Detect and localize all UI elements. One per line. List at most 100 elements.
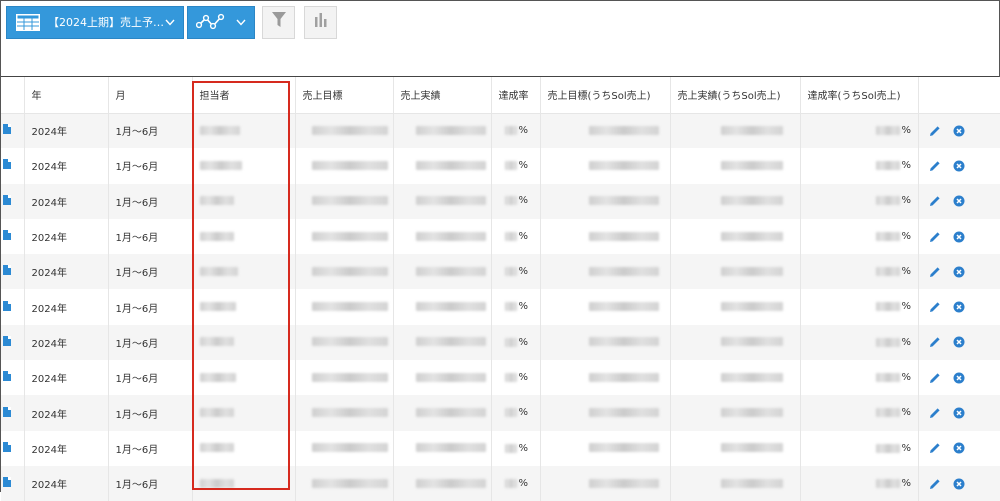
cell-year: 2024年 (24, 148, 109, 184)
delete-circle-icon[interactable] (953, 195, 965, 207)
pencil-icon[interactable] (929, 195, 941, 207)
delete-circle-icon[interactable] (953, 160, 965, 172)
delete-circle-icon[interactable] (953, 336, 965, 348)
chart-settings-button[interactable] (304, 5, 337, 39)
document-icon[interactable] (3, 300, 11, 311)
header-achievement-rate[interactable]: 達成率 (491, 77, 541, 114)
pencil-icon[interactable] (929, 125, 941, 137)
document-icon[interactable] (3, 230, 11, 241)
document-icon[interactable] (3, 194, 11, 205)
cell-sales-target (295, 395, 394, 431)
header-month[interactable]: 月 (108, 77, 193, 114)
pencil-icon[interactable] (929, 407, 941, 419)
table-row[interactable]: 2024年 1月～6月 % % (1, 254, 1000, 290)
cell-month: 1月～6月 (108, 430, 193, 466)
table-row[interactable]: 2024年 1月～6月 % % (1, 465, 1000, 501)
redacted-value (415, 266, 486, 276)
percent-sign: % (901, 407, 912, 419)
record-detail-cell[interactable] (1, 360, 25, 396)
pencil-icon[interactable] (929, 442, 941, 454)
redacted-value (311, 125, 388, 135)
record-detail-cell[interactable] (1, 289, 25, 325)
redacted-value (588, 266, 659, 276)
redacted-value (720, 125, 783, 135)
redacted-value (588, 196, 659, 206)
record-detail-cell[interactable] (1, 113, 25, 149)
redacted-value (875, 267, 900, 277)
pencil-icon[interactable] (929, 160, 941, 172)
record-detail-cell[interactable] (1, 254, 25, 290)
header-assignee[interactable]: 担当者 (192, 77, 296, 114)
document-icon[interactable] (3, 159, 11, 170)
pencil-icon[interactable] (929, 301, 941, 313)
document-icon[interactable] (3, 406, 11, 417)
record-detail-cell[interactable] (1, 395, 25, 431)
delete-circle-icon[interactable] (953, 442, 965, 454)
delete-circle-icon[interactable] (953, 301, 965, 313)
pencil-icon[interactable] (929, 231, 941, 243)
cell-year: 2024年 (24, 183, 109, 219)
cell-sales-actual (393, 113, 492, 149)
bar-chart-icon (314, 12, 328, 32)
table-row[interactable]: 2024年 1月～6月 % % (1, 430, 1000, 466)
cell-sol-sales-target (540, 465, 671, 501)
cell-sol-sales-target (540, 148, 671, 184)
header-sales-actual[interactable]: 売上実績 (393, 77, 492, 114)
redacted-value (720, 443, 783, 453)
pencil-icon[interactable] (929, 478, 941, 490)
delete-circle-icon[interactable] (953, 478, 965, 490)
header-sol-sales-actual[interactable]: 売上実績(うちSol売上) (670, 77, 801, 114)
record-detail-cell[interactable] (1, 183, 25, 219)
cell-assignee (192, 360, 296, 396)
pencil-icon[interactable] (929, 336, 941, 348)
redacted-value (720, 160, 783, 170)
table-row[interactable]: 2024年 1月～6月 % % (1, 148, 1000, 184)
table-row[interactable]: 2024年 1月～6月 % % (1, 289, 1000, 325)
cell-sol-sales-target (540, 395, 671, 431)
delete-circle-icon[interactable] (953, 372, 965, 384)
document-icon[interactable] (3, 335, 11, 346)
document-icon[interactable] (3, 265, 11, 276)
record-detail-cell[interactable] (1, 218, 25, 255)
chevron-down-icon (236, 19, 246, 26)
cell-sol-sales-target (540, 289, 671, 325)
filter-button[interactable] (262, 5, 295, 39)
redacted-value (588, 478, 659, 488)
document-icon[interactable] (3, 124, 11, 135)
delete-circle-icon[interactable] (953, 266, 965, 278)
pencil-icon[interactable] (929, 372, 941, 384)
table-row[interactable]: 2024年 1月～6月 % % (1, 324, 1000, 361)
graph-view-button[interactable] (187, 5, 255, 39)
header-sol-achievement-rate[interactable]: 達成率(うちSol売上) (800, 77, 919, 114)
record-detail-cell[interactable] (1, 465, 25, 501)
pencil-icon[interactable] (929, 266, 941, 278)
delete-circle-icon[interactable] (953, 231, 965, 243)
cell-sales-actual (393, 254, 492, 290)
percent-sign: % (901, 301, 912, 313)
record-detail-cell[interactable] (1, 430, 25, 466)
document-icon[interactable] (3, 477, 11, 488)
header-sales-target[interactable]: 売上目標 (295, 77, 394, 114)
redacted-value (875, 478, 900, 488)
cell-month: 1月～6月 (108, 324, 193, 361)
header-sol-sales-target[interactable]: 売上目標(うちSol売上) (540, 77, 671, 114)
redacted-value (504, 302, 517, 312)
table-row[interactable]: 2024年 1月～6月 % % (1, 183, 1000, 219)
table-row[interactable]: 2024年 1月～6月 % % (1, 360, 1000, 396)
view-select-dropdown[interactable]: 【2024上期】売上予… (6, 5, 184, 39)
percent-sign: % (518, 371, 529, 383)
table-row[interactable]: 2024年 1月～6月 % % (1, 218, 1000, 255)
document-icon[interactable] (3, 441, 11, 452)
redacted-value (199, 302, 236, 312)
header-year[interactable]: 年 (24, 77, 109, 114)
table-row[interactable]: 2024年 1月～6月 % % (1, 113, 1000, 149)
record-detail-cell[interactable] (1, 148, 25, 184)
record-detail-cell[interactable] (1, 324, 25, 361)
cell-sol-achievement-rate: % (800, 254, 919, 290)
delete-circle-icon[interactable] (953, 407, 965, 419)
table-row[interactable]: 2024年 1月～6月 % % (1, 395, 1000, 431)
delete-circle-icon[interactable] (953, 125, 965, 137)
cell-sales-target (295, 465, 394, 501)
document-icon[interactable] (3, 371, 11, 382)
redacted-value (415, 231, 486, 241)
